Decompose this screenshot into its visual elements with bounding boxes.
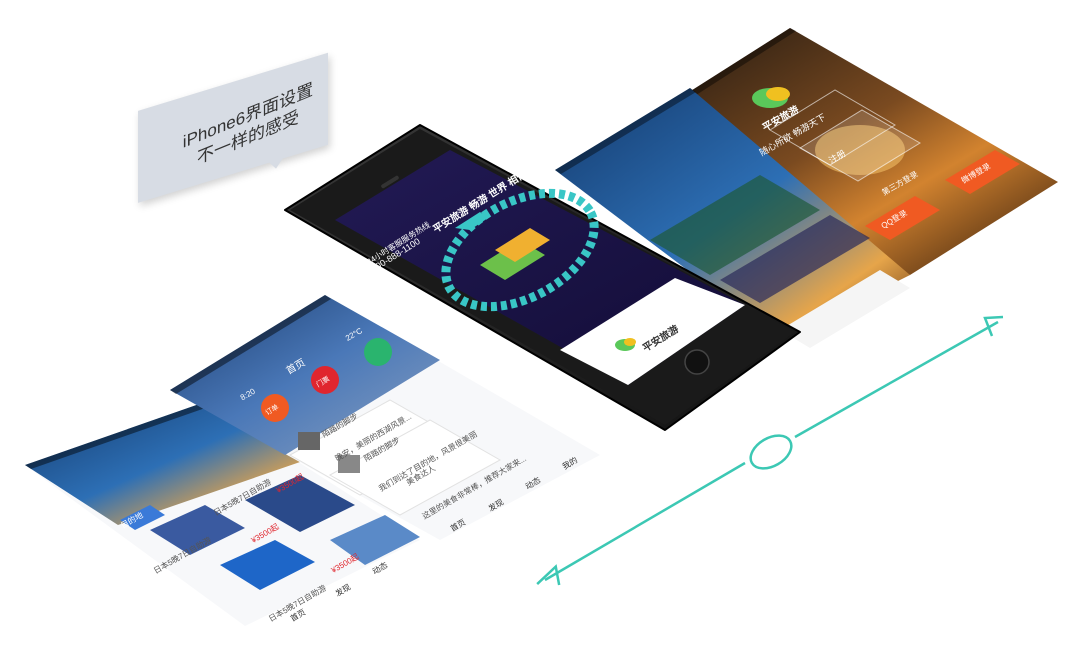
- showcase-stage: iPhone6界面设置 不一样的感受 平安旅游 畅游 世界 相伴 24小时客服服…: [0, 0, 1083, 661]
